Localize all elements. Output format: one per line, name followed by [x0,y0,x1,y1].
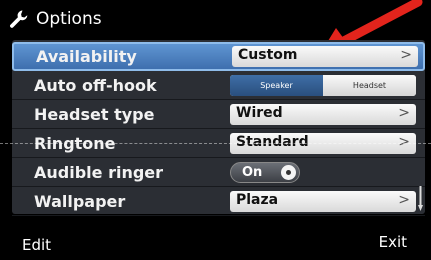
setting-value: Wired [236,105,283,121]
availability-value-field[interactable]: Custom > [232,46,418,67]
auto-off-hook-segmented-control[interactable]: Speaker Headset [230,75,416,96]
setting-row-wallpaper[interactable]: Wallpaper Plaza > [12,187,425,216]
wallpaper-value-field[interactable]: Plaza > [230,191,416,212]
chevron-right-icon: > [398,134,410,150]
wrench-icon [10,10,28,28]
toggle-state: On [242,165,263,180]
setting-value: Plaza [236,192,279,208]
options-screen: Options Availability Custom > Auto off-h… [0,0,431,260]
edit-softkey[interactable]: Edit [22,236,51,254]
screen-reflection-line [0,143,431,144]
chevron-right-icon: > [398,105,410,121]
exit-softkey[interactable]: Exit [379,233,407,251]
setting-label: Availability [36,47,137,66]
headset-type-value-field[interactable]: Wired > [230,104,416,125]
chevron-right-icon: > [398,192,410,208]
setting-row-headset-type[interactable]: Headset type Wired > [12,100,425,129]
setting-row-auto-off-hook[interactable]: Auto off-hook Speaker Headset [12,71,425,100]
setting-label: Audible ringer [34,163,164,182]
setting-label: Headset type [34,105,155,124]
toggle-knob [281,165,296,180]
setting-row-availability[interactable]: Availability Custom > [12,42,425,71]
page-title: Options [36,9,102,29]
option-speaker[interactable]: Speaker [230,75,323,96]
chevron-right-icon: > [400,47,412,63]
option-headset[interactable]: Headset [323,75,416,96]
audible-ringer-toggle[interactable]: On [230,162,300,183]
setting-value: Standard [236,134,309,150]
setting-value: Custom [238,47,298,63]
setting-label: Auto off-hook [34,76,157,95]
setting-label: Wallpaper [34,192,126,211]
setting-row-audible-ringer[interactable]: Audible ringer On [12,158,425,187]
scroll-down-indicator-icon[interactable] [418,186,423,212]
